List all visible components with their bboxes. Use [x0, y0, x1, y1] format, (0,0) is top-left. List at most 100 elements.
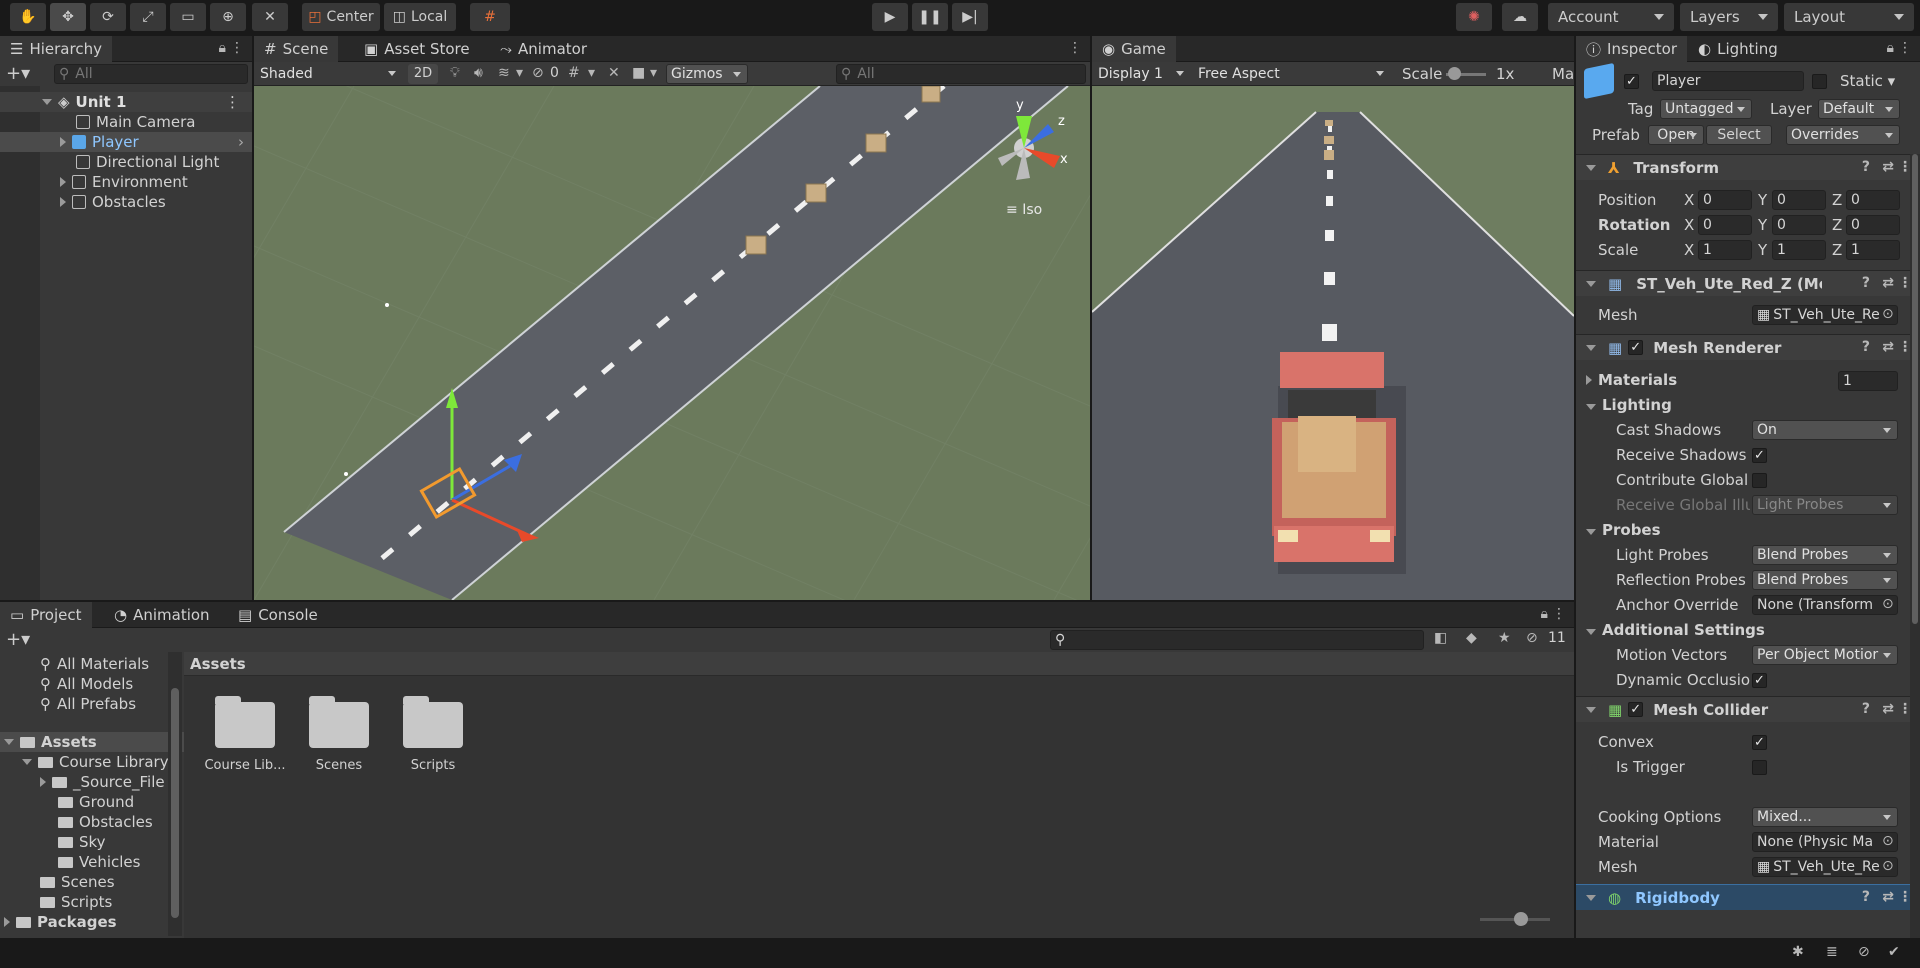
preset-icon[interactable]: ⇄	[1882, 339, 1894, 355]
preset-icon[interactable]: ⇄	[1882, 275, 1894, 291]
hierarchy-item-obstacles[interactable]: Obstacles	[0, 192, 252, 212]
more-icon[interactable]: ⋮	[1898, 40, 1912, 56]
axis-x-label[interactable]: X	[1684, 216, 1694, 234]
overrides-dropdown[interactable]: Overrides	[1786, 125, 1900, 145]
help-icon[interactable]: ?	[1862, 159, 1870, 175]
cloud-icon[interactable]: ☁	[1502, 3, 1538, 31]
effects-icon[interactable]: ≋	[498, 65, 510, 81]
tree-item-obstacles[interactable]: Obstacles	[0, 812, 184, 832]
game-viewport[interactable]	[1092, 86, 1574, 600]
step-button[interactable]: ▶|	[952, 3, 988, 31]
axis-z-label[interactable]: Z	[1832, 216, 1842, 234]
static-dropdown[interactable]: Static ▾	[1840, 72, 1895, 90]
label-filter-icon[interactable]: ◆	[1466, 630, 1477, 646]
grid-snap-icon[interactable]: #	[470, 3, 510, 31]
tab-scene[interactable]: # Scene	[254, 36, 339, 62]
materials-foldout[interactable]: Materials	[1586, 371, 1677, 389]
rect-tool-icon[interactable]: ▭	[170, 3, 206, 31]
chevron-down-icon[interactable]: ▾	[650, 65, 657, 81]
preset-icon[interactable]: ⇄	[1882, 701, 1894, 717]
layers-dropdown[interactable]: Layers	[1680, 3, 1778, 31]
favorite-all-prefabs[interactable]: ⚲ All Prefabs	[0, 694, 184, 714]
more-icon[interactable]: ⋮	[225, 93, 240, 111]
scale-tool-icon[interactable]: ⤢	[130, 3, 166, 31]
rigidbody-header[interactable]: ◍ Rigidbody ? ⇄ ⋮	[1576, 884, 1920, 910]
collab-icon[interactable]: ✺	[1456, 3, 1492, 31]
asset-scripts[interactable]: Scripts	[388, 696, 478, 773]
pivot-center-button[interactable]: ◰ Center	[302, 3, 380, 31]
object-name-field[interactable]: Player	[1652, 71, 1804, 91]
tree-item-scenes[interactable]: Scenes	[0, 872, 184, 892]
tab-game[interactable]: ◉ Game	[1092, 36, 1176, 62]
tree-item-packages[interactable]: Packages	[0, 912, 184, 932]
preset-icon[interactable]: ⇄	[1882, 889, 1894, 905]
asset-course-library[interactable]: Course Lib...	[200, 696, 290, 773]
breadcrumb[interactable]: Assets	[190, 655, 246, 673]
transform-scl-y-field[interactable]: 1	[1772, 240, 1826, 260]
move-tool-icon[interactable]: ✥	[50, 3, 86, 31]
probes-foldout[interactable]: Probes	[1586, 521, 1661, 539]
collider-mesh-field[interactable]: ▦ ST_Veh_Ute_Re	[1752, 857, 1898, 877]
reflection-probes-dropdown[interactable]: Blend Probes	[1752, 570, 1898, 590]
aspect-dropdown[interactable]: Free Aspect	[1194, 64, 1390, 84]
prefab-select-button[interactable]: Select	[1706, 125, 1772, 145]
transform-rot-z-field[interactable]: 0	[1846, 215, 1900, 235]
gizmos-dropdown[interactable]: Gizmos	[666, 64, 748, 84]
axis-y-label[interactable]: Y	[1758, 216, 1767, 234]
light-icon[interactable]: 💡︎	[450, 65, 460, 81]
help-icon[interactable]: ?	[1862, 339, 1870, 355]
inspector-scrollbar[interactable]	[1910, 154, 1920, 938]
static-checkbox[interactable]	[1812, 74, 1827, 89]
anchor-override-field[interactable]: None (Transform	[1752, 595, 1898, 615]
scene-row[interactable]: ◈ Unit 1 ⋮	[0, 92, 252, 112]
component-enabled-checkbox[interactable]: ✓	[1628, 340, 1644, 355]
hierarchy-item-directional-light[interactable]: Directional Light	[0, 152, 252, 172]
add-icon[interactable]: +▾	[6, 629, 30, 650]
preset-icon[interactable]: ⇄	[1882, 159, 1894, 175]
play-button[interactable]: ▶	[872, 3, 908, 31]
auto-refresh-icon[interactable]: ⊘	[1858, 944, 1870, 960]
custom-tool-icon[interactable]: ✕	[252, 3, 288, 31]
favorite-all-models[interactable]: ⚲ All Models	[0, 674, 184, 694]
grid-toggle-icon[interactable]: #	[568, 65, 580, 81]
tab-console[interactable]: ▤ Console	[228, 602, 328, 628]
transform-scl-z-field[interactable]: 1	[1846, 240, 1900, 260]
object-picker-icon[interactable]: ⊙	[1882, 833, 1894, 849]
rotate-tool-icon[interactable]: ⟳	[90, 3, 126, 31]
component-enabled-checkbox[interactable]: ✓	[1628, 702, 1644, 717]
check-icon[interactable]: ✔	[1888, 944, 1900, 960]
help-icon[interactable]: ?	[1862, 701, 1870, 717]
transform-tool-icon[interactable]: ⊕	[210, 3, 246, 31]
tree-item-assets[interactable]: Assets	[0, 732, 184, 752]
object-picker-icon[interactable]: ⊙	[1882, 596, 1894, 612]
asset-scenes[interactable]: Scenes	[294, 696, 384, 773]
2d-toggle[interactable]: 2D	[408, 64, 438, 84]
axis-y-label[interactable]: Y	[1758, 241, 1767, 259]
tab-animation[interactable]: ◔ Animation	[104, 602, 220, 628]
contribute-global-checkbox[interactable]	[1752, 473, 1767, 488]
chevron-down-icon[interactable]: ▾	[588, 65, 595, 81]
object-picker-icon[interactable]: ⊙	[1882, 858, 1894, 874]
tree-item-scripts[interactable]: Scripts	[0, 892, 184, 912]
receive-shadows-checkbox[interactable]: ✓	[1752, 448, 1767, 463]
tab-lighting[interactable]: ◐ Lighting	[1688, 36, 1788, 62]
axis-x-label[interactable]: X	[1684, 191, 1694, 209]
database-icon[interactable]: ≣	[1826, 944, 1838, 960]
active-checkbox[interactable]: ✓	[1624, 74, 1639, 89]
display-dropdown[interactable]: Display 1	[1094, 64, 1190, 84]
is-trigger-checkbox[interactable]	[1752, 760, 1767, 775]
project-search-input[interactable]: ⚲	[1050, 630, 1424, 650]
axis-z-label[interactable]: Z	[1832, 241, 1842, 259]
tab-hierarchy[interactable]: ☰ Hierarchy	[0, 36, 112, 62]
lighting-foldout[interactable]: Lighting	[1586, 396, 1672, 414]
hidden-objects-icon[interactable]: ⊘	[532, 65, 544, 81]
chevron-right-icon[interactable]: ›	[238, 133, 244, 151]
tab-project[interactable]: ▭ Project	[0, 602, 92, 628]
prefab-open-button[interactable]: Open	[1648, 125, 1704, 145]
tab-inspector[interactable]: ⓘ Inspector	[1576, 36, 1687, 62]
axis-y-label[interactable]: Y	[1758, 191, 1767, 209]
pivot-local-button[interactable]: ◫ Local	[384, 3, 456, 31]
transform-rot-x-field[interactable]: 0	[1698, 215, 1752, 235]
object-picker-icon[interactable]: ⊙	[1882, 306, 1894, 322]
mesh-filter-header[interactable]: ▦ ST_Veh_Ute_Red_Z (Mé ? ⇄ ⋮	[1576, 270, 1920, 296]
